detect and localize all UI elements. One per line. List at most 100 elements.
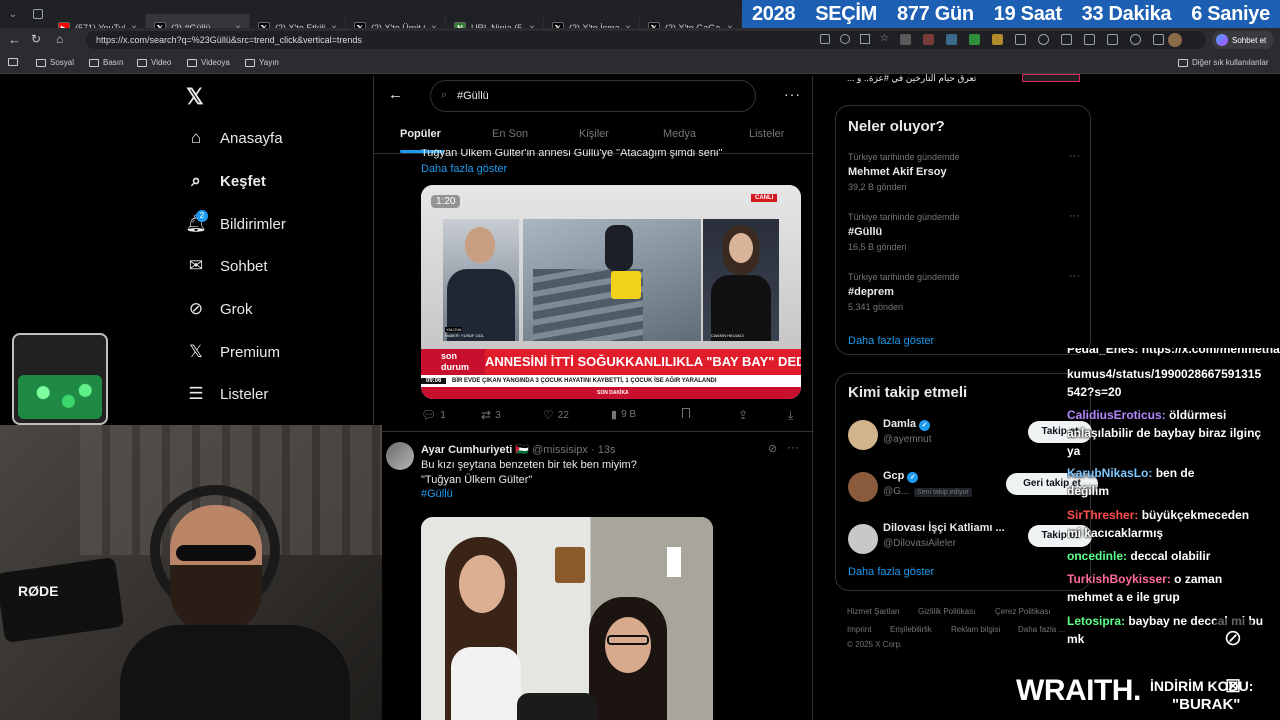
views-button[interactable]: ▮ 9 B (611, 408, 636, 421)
avatar[interactable] (848, 420, 878, 450)
trend-more-icon[interactable]: ··· (1069, 270, 1080, 282)
countdown-year: 2028 (751, 2, 796, 25)
bookmark-menu-icon[interactable] (8, 58, 18, 66)
nav-item-4[interactable]: ⊘ Grok (186, 299, 253, 319)
microphones (517, 693, 597, 720)
workspaces-icon[interactable] (26, 0, 50, 28)
footer-link[interactable]: Hizmet Şartları (847, 607, 900, 616)
tab-popular[interactable]: Popüler (400, 128, 441, 140)
trend-more-icon[interactable]: ··· (1069, 150, 1080, 162)
grok-icon[interactable]: ⊘ (768, 442, 777, 455)
ticker-label-bar: SON DAKİKA (421, 387, 801, 399)
extension-icons[interactable]: ☆ (820, 34, 890, 44)
nav-item-3[interactable]: ✉ Sohbet (186, 256, 268, 276)
tab-lists[interactable]: Listeler (749, 128, 784, 140)
chat-username: SirThresher (1067, 508, 1135, 522)
who-to-follow-box: Kimi takip etmeli Damla ✓ @ayemnut Takip e… (835, 373, 1098, 591)
trend-item[interactable]: Türkiye tarihinde gündemde #deprem 5.341 g… (848, 270, 1080, 324)
show-more-link[interactable]: Daha fazla göster (421, 163, 507, 175)
streamer-sunglasses (176, 545, 256, 561)
follow-handle: @DilovasiAileler (883, 538, 956, 549)
tweet-divider (374, 431, 814, 432)
avatar[interactable] (848, 524, 878, 554)
footer-link[interactable]: Gizlilik Politikası (918, 607, 975, 616)
footer-link[interactable]: Imprint (847, 625, 871, 634)
mic-arm (0, 556, 125, 644)
tab-media[interactable]: Medya (663, 128, 696, 140)
back-arrow-icon[interactable]: ← (388, 86, 403, 103)
nav-item-5[interactable]: 𝕏 Premium (186, 342, 280, 362)
anchor-face (729, 233, 753, 263)
footer-link[interactable]: Reklam bilgisi (951, 625, 1000, 634)
chat-text: mi kacıcaklarmış (1067, 526, 1164, 540)
follow-suggestion[interactable]: Dilovası İşçi Katliamı ... @DilovasiAilel… (848, 522, 1092, 562)
bookmark-folder[interactable]: Videoya (187, 58, 230, 67)
tab-people[interactable]: Kişiler (579, 128, 609, 140)
reload-icon[interactable]: ↻ (31, 32, 41, 46)
brand-bottom: durum (441, 362, 469, 372)
back-icon[interactable]: ← (8, 32, 21, 47)
folder-icon (1178, 58, 1188, 67)
views-count: 9 B (621, 409, 637, 420)
bookmark-folder[interactable]: Video (137, 58, 171, 67)
like-button[interactable]: ♡ 22 (543, 408, 569, 422)
trend-name: #deprem (848, 286, 894, 298)
more-options-icon[interactable]: ··· (784, 86, 801, 102)
chat-text: ya (1067, 444, 1081, 458)
bookmark-folder[interactable]: Sosyal (36, 58, 74, 67)
download-button[interactable]: ⤓ (788, 408, 793, 423)
trend-count: 16,5 B gönderi (848, 242, 907, 252)
profile-avatar[interactable] (1168, 33, 1182, 47)
bookmark-button[interactable] (682, 408, 690, 418)
mail-icon: ✉ (188, 256, 204, 275)
author-handle[interactable]: @missisipx (532, 444, 588, 456)
nav-item-0[interactable]: ⌂ Anasayfa (186, 128, 283, 148)
trend-name: Mehmet Akif Ersoy (848, 166, 947, 178)
follow-suggestion[interactable]: Gcp ✓ @G... Seni takip ediyor Geri takip e… (848, 470, 1098, 510)
retweet-button[interactable]: ⇄ 3 (481, 408, 501, 422)
anchor-panel: CANSIN HELVACI (703, 219, 779, 341)
tab-latest[interactable]: En Son (492, 128, 528, 140)
nav-item-1[interactable]: ⌕ Keşfet (186, 171, 266, 191)
tweet-hashtag[interactable]: #Güllü (421, 488, 453, 500)
follow-suggestion[interactable]: Damla ✓ @ayemnut Takip et (848, 418, 1092, 458)
avatar[interactable] (848, 472, 878, 502)
trends-box: Neler oluyor? Türkiye tarihinde gündemde… (835, 105, 1091, 355)
tweet-time[interactable]: 13s (598, 444, 616, 456)
jar-contents (18, 375, 102, 419)
tweet-line-2: "Tuğyan Ülkem Gülter" (421, 474, 533, 486)
tweet-more-icon[interactable]: ··· (787, 440, 799, 454)
reply-button[interactable]: 💬︎ 1 (421, 408, 446, 422)
footer-link[interactable]: Çerez Politikası (995, 607, 1051, 616)
follow-name: Dilovası İşçi Katliamı ... (883, 522, 1005, 534)
copilot-chat-button[interactable]: Sohbet et (1212, 31, 1274, 49)
other-bookmarks[interactable]: Diğer sık kullanılanlar (1178, 58, 1268, 67)
footer-link[interactable]: Daha fazla ... (1018, 625, 1065, 634)
tweet-photo[interactable] (421, 517, 713, 720)
nav-item-2[interactable]: 🔔︎ 2 Bildirimler (185, 210, 286, 234)
chat-message-line: CalidiusEroticus: öldürmesi (1067, 408, 1227, 422)
search-input[interactable]: ⌕ #Güllü (430, 80, 756, 112)
tweet-video[interactable]: YALOVA HABER: YUSUF GÜL CANSIN HELVACI 1… (421, 185, 801, 399)
tab-list-button[interactable]: ⌄ (0, 0, 26, 28)
share-button[interactable]: ⇪ (738, 408, 748, 422)
nav-label: Keşfet (220, 172, 266, 190)
trend-item[interactable]: Türkiye tarihinde gündemde Mehmet Akif Er… (848, 150, 1080, 204)
author-name[interactable]: Ayar Cumhuriyeti (421, 444, 512, 456)
footer-link[interactable]: Erişilebilirlik (890, 625, 932, 634)
follow-show-more[interactable]: Daha fazla göster (848, 566, 934, 578)
home-icon[interactable]: ⌂ (56, 32, 63, 46)
marble-jar (12, 333, 108, 425)
trend-item[interactable]: Türkiye tarihinde gündemde #Güllü 16,5 B g… (848, 210, 1080, 264)
toolbar-icons[interactable] (900, 34, 1164, 45)
avatar[interactable] (386, 442, 414, 470)
x-logo-icon[interactable]: 𝕏 (186, 84, 204, 110)
chat-text: anlaşılabilir de baybay biraz ilginç (1067, 426, 1262, 440)
trend-more-icon[interactable]: ··· (1069, 210, 1080, 222)
folder-icon (36, 58, 46, 67)
nav-item-6[interactable]: ☰ Listeler (186, 384, 268, 404)
bookmark-folder[interactable]: Yayın (245, 58, 279, 67)
folder-icon (137, 58, 147, 67)
bookmark-folder[interactable]: Basın (89, 58, 123, 67)
trends-show-more[interactable]: Daha fazla göster (848, 335, 934, 347)
